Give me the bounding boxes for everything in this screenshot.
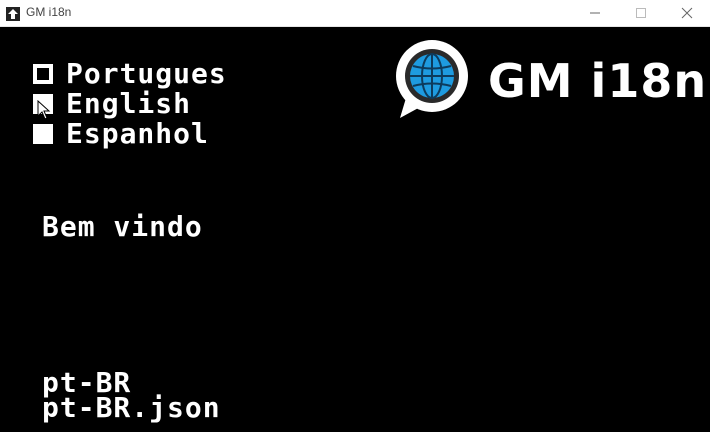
window-title: GM i18n bbox=[26, 5, 72, 19]
logo-text: GM i18n bbox=[488, 54, 708, 108]
close-button[interactable] bbox=[664, 0, 710, 26]
option-espanhol-label[interactable]: Espanhol bbox=[66, 119, 209, 149]
espanhol-checkbox[interactable] bbox=[33, 124, 53, 144]
option-english-label[interactable]: English bbox=[66, 89, 191, 119]
close-icon bbox=[681, 7, 693, 19]
portugues-checkbox[interactable] bbox=[33, 64, 53, 84]
minimize-button[interactable] bbox=[572, 0, 618, 26]
maximize-button[interactable] bbox=[618, 0, 664, 26]
gamemaker-icon bbox=[6, 6, 20, 21]
greeting-text: Bem vindo bbox=[42, 210, 203, 243]
maximize-icon bbox=[636, 8, 646, 18]
title-bar[interactable]: GM i18n bbox=[0, 0, 710, 27]
option-portugues-label[interactable]: Portugues bbox=[66, 59, 227, 89]
minimize-icon bbox=[590, 12, 600, 14]
globe-chat-bubble-icon bbox=[396, 40, 468, 118]
mouse-cursor-icon bbox=[37, 100, 51, 120]
locale-file: pt-BR.json bbox=[42, 391, 221, 424]
